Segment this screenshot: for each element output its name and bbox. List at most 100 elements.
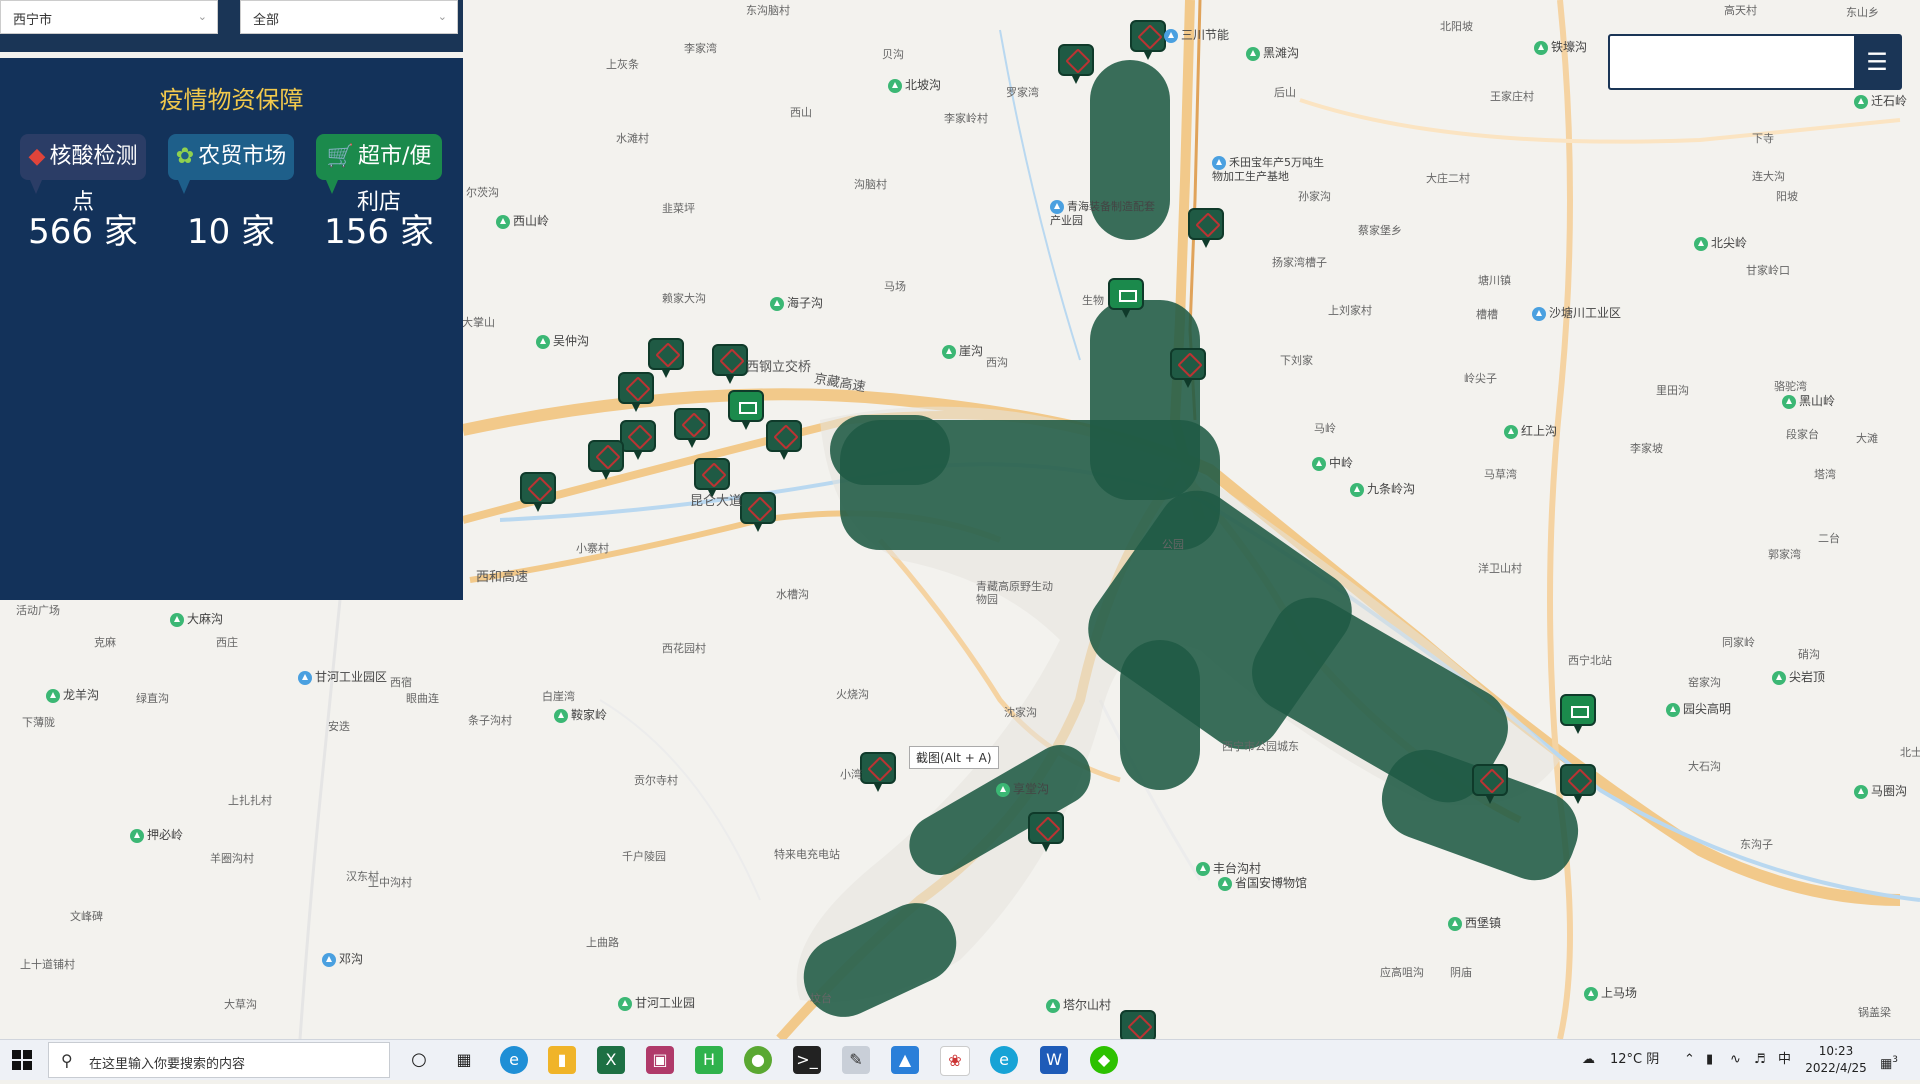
poi-name: 沙塘川工业区 [1549,306,1622,320]
wechat-icon[interactable]: ◆ [1090,1046,1118,1074]
poi-icon [1772,670,1786,685]
test-site-marker[interactable] [766,420,802,460]
test-site-marker[interactable] [588,440,624,480]
cortana-icon[interactable]: ○ [405,1046,433,1074]
test-site-marker[interactable] [648,338,684,378]
map-label: 西花园村 [662,642,706,655]
poi-label: 尖岩顶 [1772,668,1825,685]
poi-name: 崖沟 [959,344,984,358]
database-icon[interactable]: ▣ [646,1046,674,1074]
clock[interactable]: 10:23 2022/4/25 [1800,1043,1872,1077]
map-label: 韭菜坪 [662,202,695,215]
map-label: 同家岭 [1722,636,1755,649]
terminal-icon[interactable]: >_ [793,1046,821,1074]
poi-name: 黑滩沟 [1263,46,1300,60]
feishu-icon[interactable]: ▲ [891,1046,919,1074]
notification-icon[interactable]: ▦3 [1880,1040,1898,1080]
test-site-marker[interactable] [618,372,654,412]
map-label: 东沟脑村 [746,4,790,17]
test-site-marker[interactable] [1472,764,1508,804]
windows-start-icon[interactable] [12,1050,32,1070]
poi-icon [1350,482,1364,497]
city-select[interactable]: 西宁市 ⌄ [0,0,218,34]
test-site-marker[interactable] [712,344,748,384]
edge-icon[interactable]: e [500,1046,528,1074]
marker-cluster[interactable] [830,415,950,485]
browser-icon[interactable]: e [990,1046,1018,1074]
map-label: 李家坡 [1630,442,1663,455]
notepad-icon[interactable]: ✎ [842,1046,870,1074]
stat-card-test-sites[interactable]: ◆ 核酸检测点 566 家 [20,134,146,253]
map-label: 塘川镇 [1478,274,1511,287]
test-site-marker[interactable] [860,752,896,792]
wifi-icon[interactable]: ∿ [1730,1040,1741,1080]
test-site-marker[interactable] [740,492,776,532]
poi-name: 吴仲沟 [553,334,590,348]
stat-card-supermarkets[interactable]: 🛒 超市/便利店 156 家 [316,134,442,253]
marker-cluster[interactable] [1120,640,1200,790]
stat-card-markets[interactable]: ✿ 农贸市场 10 家 [168,134,294,253]
panel-title: 疫情物资保障 [159,86,304,114]
test-site-marker[interactable] [674,408,710,448]
weather-text[interactable]: 12°C 阴 [1610,1040,1659,1080]
search-input[interactable] [1618,46,1842,80]
map-label: 千户陵园 [622,850,666,863]
test-site-marker[interactable] [1188,208,1224,248]
poi-icon [618,996,632,1011]
test-site-marker[interactable] [1028,812,1064,852]
poi-icon [46,688,60,703]
poi-name: 园尖高明 [1683,702,1732,716]
map-label: 上十道铺村 [20,958,75,971]
map-label: 羊圈沟村 [210,852,254,865]
test-site-marker[interactable] [520,472,556,512]
taskbar-search[interactable]: ⚲ 在这里输入你要搜索的内容 [48,1042,390,1078]
test-site-marker[interactable] [1170,348,1206,388]
map-label: 槽槽 [1476,308,1498,321]
poi-icon [1666,702,1680,717]
map-label: 王家庄村 [1490,90,1534,103]
search-list-icon[interactable]: ☰ [1854,36,1900,88]
task-view-icon[interactable]: ▦ [450,1046,478,1074]
chevron-up-icon[interactable]: ⌃ [1684,1040,1695,1080]
folder-icon[interactable]: ▮ [548,1046,576,1074]
map-label: 绿直沟 [136,692,169,705]
cart-icon: 🛒 [326,144,354,169]
poi-icon [170,612,184,627]
poi-label: 邓沟 [322,950,363,967]
poi-label: 中岭 [1312,454,1353,471]
map-label: 阳坡 [1776,190,1798,203]
paint-icon[interactable]: ❀ [940,1046,970,1076]
map-label: 郭家湾 [1768,548,1801,561]
poi-name: 北尖岭 [1711,236,1748,250]
volume-icon[interactable]: ♬ [1754,1040,1766,1080]
word-icon[interactable]: W [1040,1046,1068,1074]
supermarket-marker[interactable] [728,390,764,430]
test-site-marker[interactable] [620,420,656,460]
map-label: 高天村 [1724,4,1757,17]
map-label: 西和高速 [476,570,529,585]
app-icon[interactable]: ● [744,1046,772,1074]
supermarket-marker[interactable] [1560,694,1596,734]
poi-label: 北尖岭 [1694,234,1747,251]
ime-indicator[interactable]: 中 [1778,1040,1791,1080]
test-site-marker[interactable] [1120,1010,1156,1039]
test-site-marker[interactable] [1130,20,1166,60]
excel-icon[interactable]: X [597,1046,625,1074]
poi-label: 青海装备制造配套产业园 [1050,200,1160,227]
map-label: 小寨村 [576,542,609,555]
battery-icon[interactable]: ▮ [1706,1040,1713,1080]
poi-label: 吴仲沟 [536,332,589,349]
hbuilder-icon[interactable]: H [695,1046,723,1074]
supermarket-marker[interactable] [1108,278,1144,318]
marker-cluster[interactable] [1090,300,1200,500]
test-site-marker[interactable] [1058,44,1094,84]
category-select[interactable]: 全部 ⌄ [240,0,458,34]
map-label: 尔茨沟 [466,186,499,199]
map-label: 沈家沟 [1004,706,1037,719]
poi-label: 禾田宝年产5万吨生物加工生产基地 [1212,156,1332,183]
test-site-marker[interactable] [1560,764,1596,804]
filter-bar: 西宁市 ⌄ 全部 ⌄ [0,0,463,52]
map-label: 文峰碑 [70,910,103,923]
map-label: 锅盖梁 [1858,1006,1891,1019]
map-label: 昆仑大道 [690,494,743,509]
